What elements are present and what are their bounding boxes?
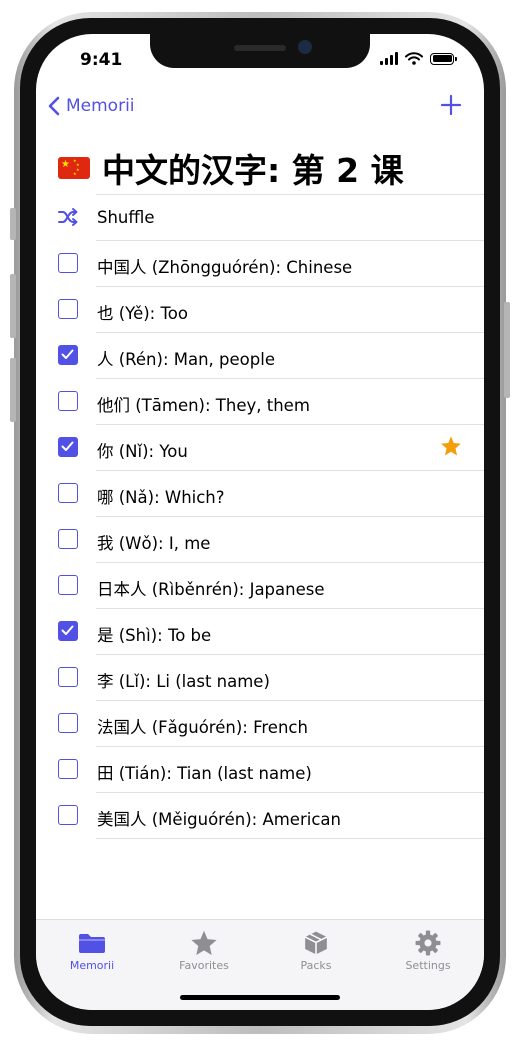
checkbox-checked[interactable]: [58, 345, 78, 365]
favorite-star-icon[interactable]: [440, 435, 462, 457]
row-separator: [96, 332, 484, 333]
tab-packs-label: Packs: [300, 959, 332, 972]
card-row[interactable]: 也 (Yě): Too: [36, 286, 484, 332]
card-row[interactable]: 法国人 (Fǎguórén): French: [36, 700, 484, 746]
checkbox[interactable]: [58, 759, 78, 779]
card-list: Shuffle 中国人 (Zhōngguórén): Chinese 也 (Yě)…: [36, 194, 484, 839]
folder-icon: [79, 934, 105, 953]
card-row[interactable]: 李 (Lǐ): Li (last name): [36, 654, 484, 700]
tab-packs[interactable]: Packs: [260, 928, 372, 972]
checkbox[interactable]: [58, 253, 78, 273]
tab-favorites-label: Favorites: [179, 959, 229, 972]
checkbox[interactable]: [58, 713, 78, 733]
tab-settings-label: Settings: [405, 959, 451, 972]
card-label: 美国人 (Měiguórén): American: [97, 810, 341, 829]
china-flag-icon: ★ ★ ★ ★ ★: [58, 157, 90, 179]
card-label: 他们 (Tāmen): They, them: [97, 396, 310, 415]
list-end-separator: [96, 838, 484, 839]
row-separator: [96, 516, 484, 517]
card-label: 是 (Shì): To be: [97, 626, 212, 645]
card-row[interactable]: 日本人 (Rìběnrén): Japanese: [36, 562, 484, 608]
status-icons: [380, 52, 457, 65]
checkbox[interactable]: [58, 299, 78, 319]
row-separator: [96, 470, 484, 471]
battery-icon: [430, 52, 457, 65]
checkmark-icon: [61, 349, 74, 359]
card-label: 法国人 (Fǎguórén): French: [97, 718, 308, 737]
title-row: ★ ★ ★ ★ ★ 中文的汉字: 第 2 课: [58, 144, 404, 192]
card-row[interactable]: 他们 (Tāmen): They, them: [36, 378, 484, 424]
app-screen: 9:41 Memorii ★ ★ ★ ★ ★ 中文的汉字: 第 2 课 Shuf…: [36, 34, 484, 1010]
power-button: [504, 302, 510, 398]
card-row[interactable]: 中国人 (Zhōngguórén): Chinese: [36, 240, 484, 286]
row-separator: [96, 654, 484, 655]
card-row[interactable]: 哪 (Nǎ): Which?: [36, 470, 484, 516]
mute-switch: [10, 208, 16, 240]
card-label: 李 (Lǐ): Li (last name): [97, 672, 270, 691]
row-separator: [96, 700, 484, 701]
tab-favorites[interactable]: Favorites: [148, 928, 260, 972]
card-label: 我 (Wǒ): I, me: [97, 534, 211, 553]
card-label: 你 (Nǐ): You: [97, 442, 188, 461]
checkbox-checked[interactable]: [58, 621, 78, 641]
row-separator: [96, 792, 484, 793]
row-separator: [96, 240, 484, 241]
front-camera: [298, 40, 312, 54]
row-separator: [96, 378, 484, 379]
checkmark-icon: [61, 441, 74, 451]
add-button[interactable]: [440, 94, 462, 120]
chevron-left-icon: [48, 96, 60, 116]
row-separator: [96, 286, 484, 287]
speaker: [234, 45, 286, 51]
notch: [150, 34, 370, 68]
cellular-signal-icon: [380, 52, 398, 65]
gear-icon: [415, 930, 441, 956]
checkbox[interactable]: [58, 391, 78, 411]
card-label: 人 (Rén): Man, people: [97, 350, 275, 369]
row-separator: [96, 424, 484, 425]
checkbox[interactable]: [58, 529, 78, 549]
checkbox[interactable]: [58, 575, 78, 595]
card-row[interactable]: 我 (Wǒ): I, me: [36, 516, 484, 562]
row-separator: [96, 608, 484, 609]
checkbox-checked[interactable]: [58, 437, 78, 457]
shuffle-icon: [58, 208, 78, 226]
card-row[interactable]: 是 (Shì): To be: [36, 608, 484, 654]
tab-bar: Memorii Favorites Packs Settings: [36, 919, 484, 1010]
tab-memorii-label: Memorii: [69, 959, 115, 972]
checkbox[interactable]: [58, 667, 78, 687]
card-label: 田 (Tián): Tian (last name): [97, 764, 312, 783]
package-icon: [304, 931, 328, 955]
card-row[interactable]: 人 (Rén): Man, people: [36, 332, 484, 378]
row-separator: [96, 194, 484, 195]
card-label: 日本人 (Rìběnrén): Japanese: [97, 580, 325, 599]
card-row[interactable]: 田 (Tián): Tian (last name): [36, 746, 484, 792]
checkbox[interactable]: [58, 483, 78, 503]
card-row[interactable]: 美国人 (Měiguórén): American: [36, 792, 484, 838]
tab-settings[interactable]: Settings: [372, 928, 484, 972]
home-indicator: [180, 995, 340, 1000]
row-separator: [96, 746, 484, 747]
shuffle-label: Shuffle: [97, 208, 155, 227]
page-title: 中文的汉字: 第 2 课: [102, 151, 404, 190]
status-time: 9:41: [80, 50, 123, 70]
volume-down-button: [10, 358, 16, 422]
checkbox[interactable]: [58, 805, 78, 825]
volume-up-button: [10, 274, 16, 338]
wifi-icon: [405, 52, 423, 65]
checkmark-icon: [61, 625, 74, 635]
plus-icon: [440, 94, 462, 116]
card-label: 也 (Yě): Too: [97, 304, 188, 323]
card-label: 中国人 (Zhōngguórén): Chinese: [97, 258, 353, 277]
card-row[interactable]: 你 (Nǐ): You: [36, 424, 484, 470]
tab-memorii[interactable]: Memorii: [36, 928, 148, 972]
star-icon: [191, 930, 217, 956]
shuffle-row[interactable]: Shuffle: [36, 194, 484, 240]
back-button[interactable]: Memorii: [48, 96, 135, 116]
card-label: 哪 (Nǎ): Which?: [97, 488, 225, 507]
back-button-label: Memorii: [66, 96, 135, 116]
row-separator: [96, 562, 484, 563]
